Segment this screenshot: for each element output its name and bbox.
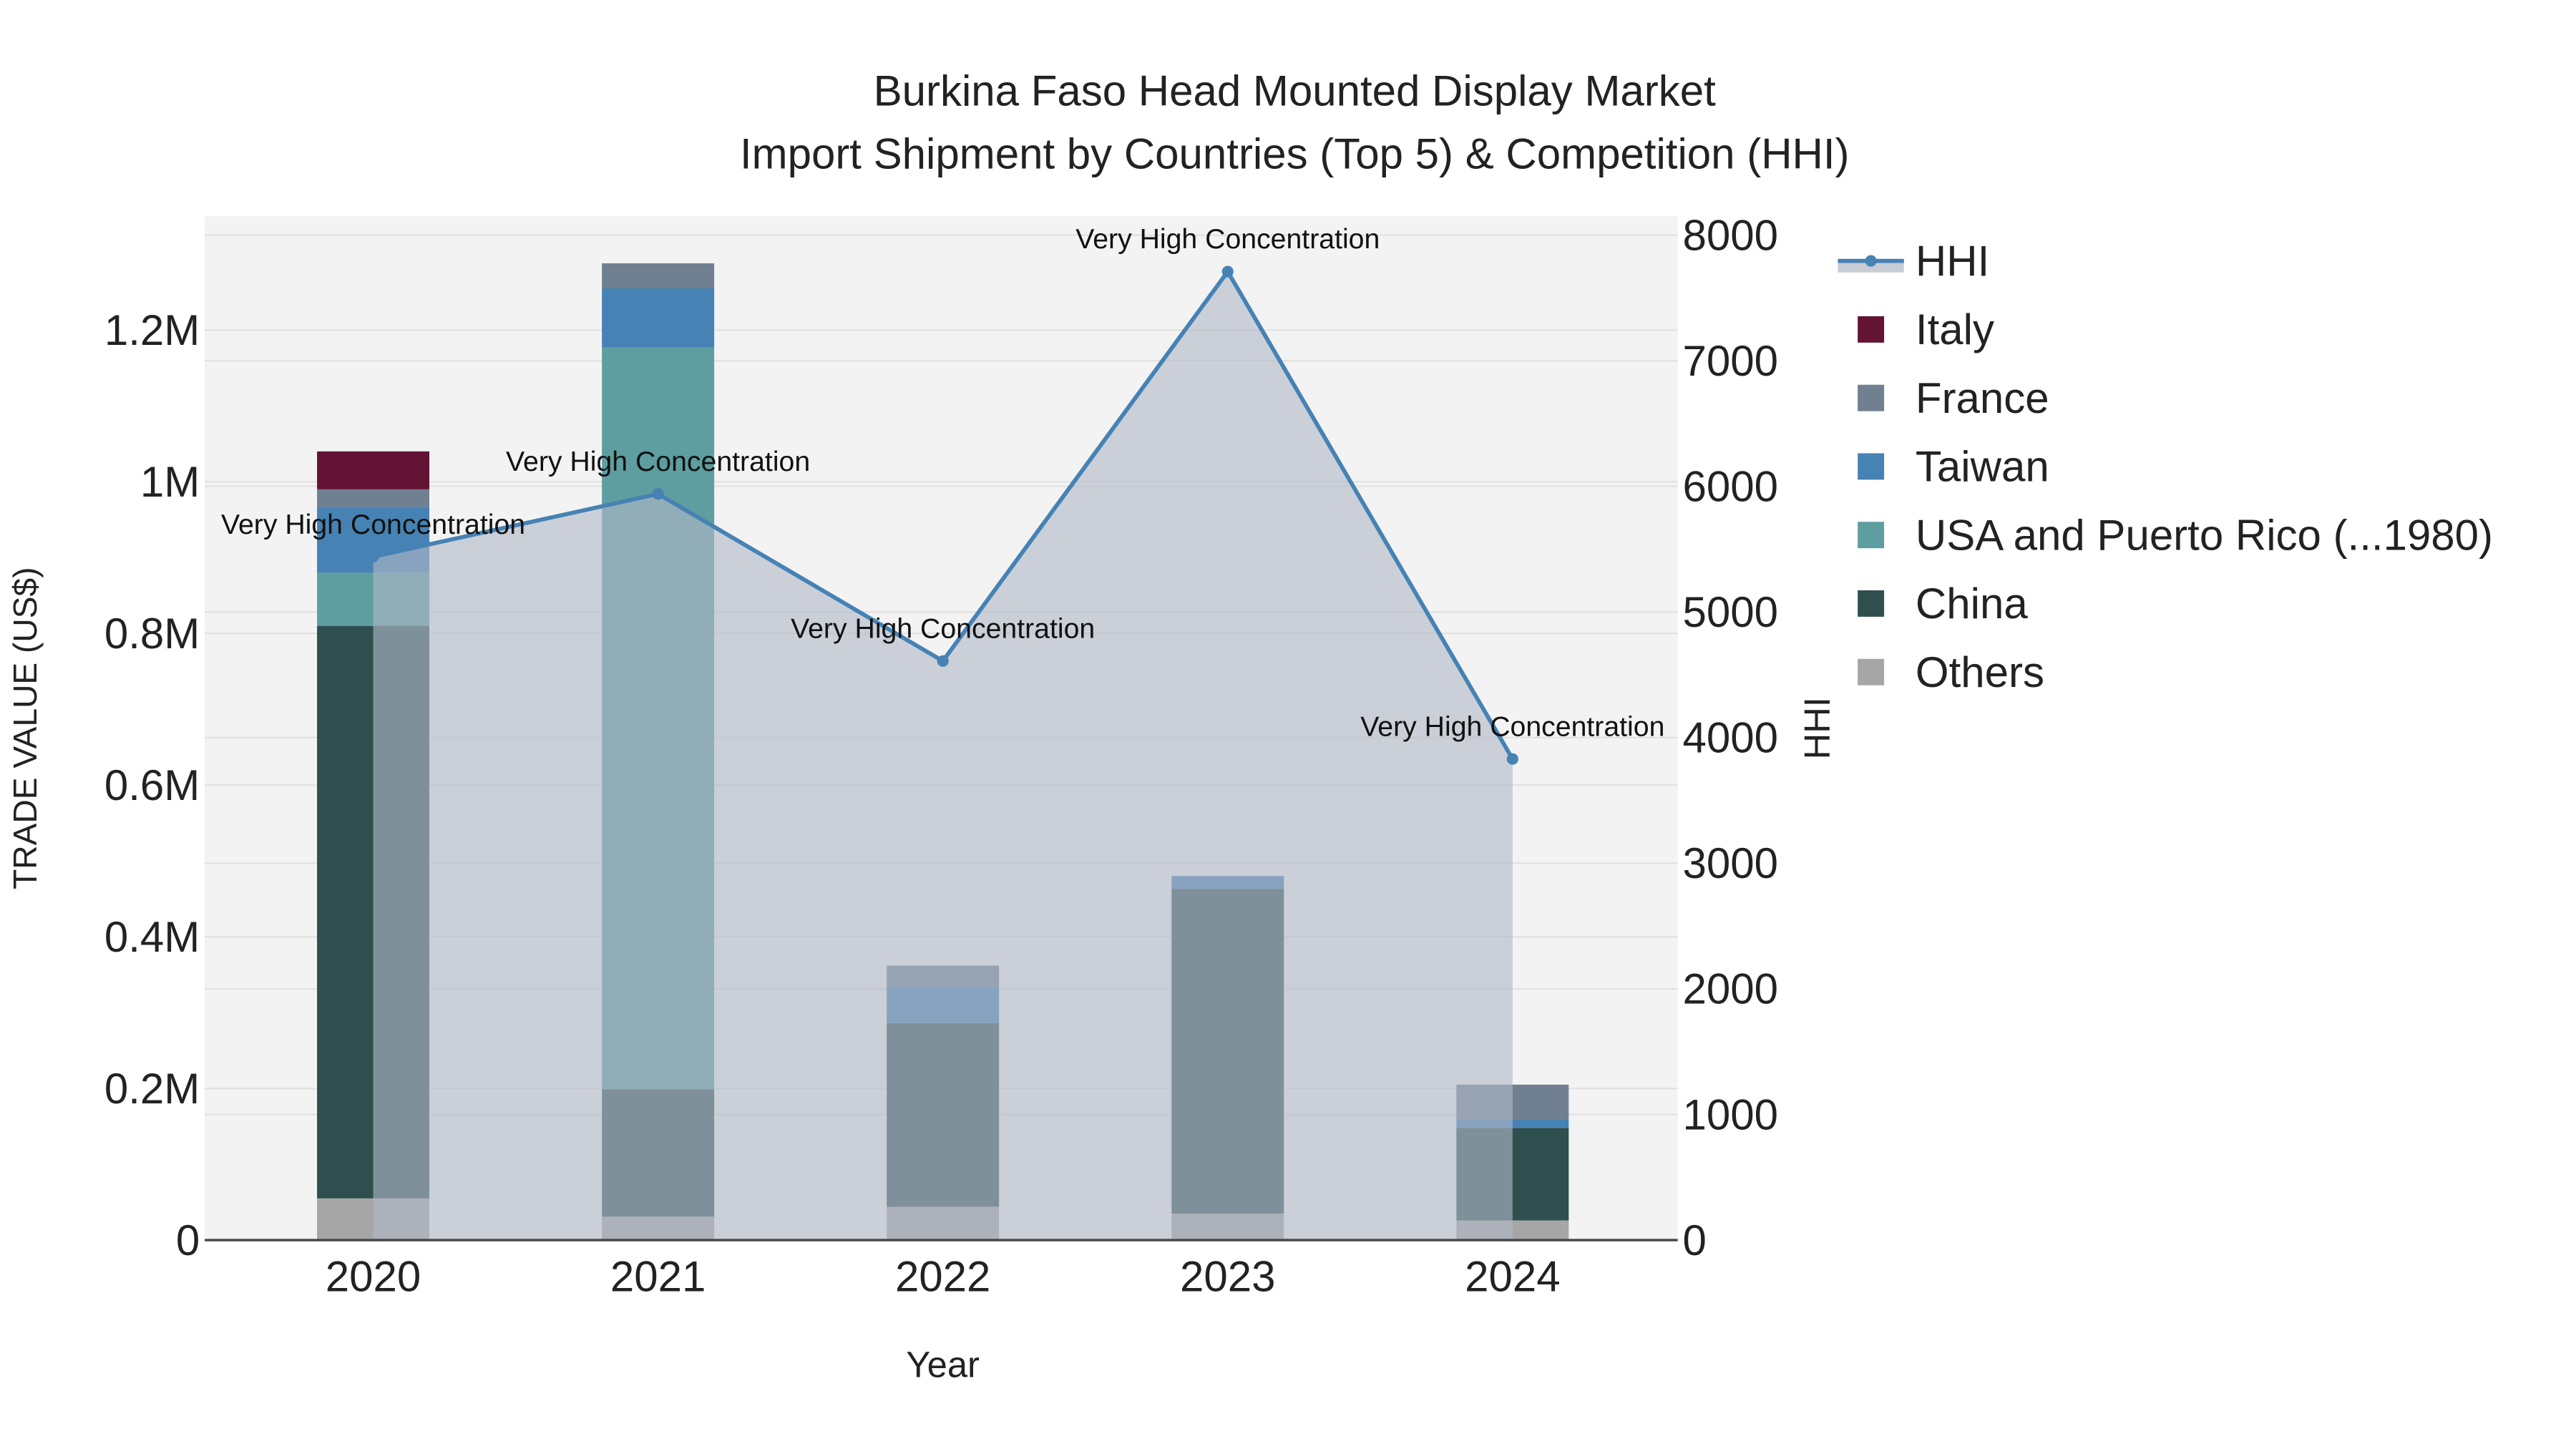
y2-tick-label: 5000 — [1683, 588, 1778, 636]
x-tick-label: 2024 — [1465, 1253, 1560, 1301]
hhi-annotation: Very High Concentration — [506, 446, 810, 477]
hhi-point — [1506, 753, 1518, 765]
x-tick-label: 2020 — [326, 1253, 421, 1301]
legend-swatch — [1858, 590, 1885, 617]
y-tick-label: 0 — [176, 1216, 200, 1264]
y-tick-label: 0.8M — [104, 610, 200, 658]
legend-swatch — [1858, 384, 1885, 411]
y-tick-label: 0.6M — [104, 761, 200, 809]
hhi-point — [937, 655, 949, 667]
hhi-annotation: Very High Concentration — [791, 613, 1095, 644]
legend-label: HHI — [1916, 237, 1989, 285]
y-tick-label: 0.2M — [104, 1065, 200, 1113]
hhi-annotation: Very High Concentration — [1075, 223, 1380, 255]
chart-subtitle: Import Shipment by Countries (Top 5) & C… — [740, 130, 1850, 177]
y2-tick-label: 8000 — [1683, 211, 1778, 259]
y-tick-label: 1M — [140, 458, 200, 506]
chart: Burkina Faso Head Mounted Display Market… — [6, 67, 2493, 1385]
y2-tick-label: 3000 — [1683, 839, 1778, 887]
y-tick-label: 0.4M — [104, 913, 200, 961]
legend-swatch — [1858, 316, 1885, 343]
x-axis-title: Year — [906, 1345, 980, 1385]
x-tick-label: 2021 — [610, 1253, 706, 1301]
legend-label: Others — [1916, 648, 2044, 696]
y2-axis-title: HHI — [1797, 697, 1838, 759]
bar-taiwan — [602, 288, 715, 348]
y-axis-title: TRADE VALUE (US$) — [6, 567, 44, 889]
y2-tick-label: 6000 — [1683, 463, 1778, 511]
x-tick-label: 2022 — [895, 1253, 990, 1301]
hhi-point — [652, 488, 664, 500]
legend-label: Taiwan — [1916, 443, 2049, 491]
y2-tick-label: 1000 — [1683, 1091, 1778, 1138]
y-tick-label: 1.2M — [104, 306, 200, 354]
x-tick-label: 2023 — [1180, 1253, 1275, 1301]
hhi-point — [367, 550, 379, 563]
hhi-point — [1221, 265, 1234, 278]
bar-france — [317, 489, 429, 507]
bar-france — [602, 263, 715, 288]
legend-label: Italy — [1916, 306, 1994, 353]
legend-label: USA and Puerto Rico (...1980) — [1916, 511, 2493, 559]
hhi-annotation: Very High Concentration — [1360, 711, 1664, 742]
chart-title: Burkina Faso Head Mounted Display Market — [874, 67, 1717, 115]
y2-tick-label: 0 — [1683, 1216, 1707, 1264]
legend-label: France — [1916, 374, 2049, 422]
legend-swatch — [1858, 522, 1885, 549]
bar-italy — [317, 451, 429, 489]
y2-tick-label: 2000 — [1683, 965, 1778, 1013]
legend-hhi-marker — [1865, 255, 1877, 267]
hhi-annotation: Very High Concentration — [221, 509, 525, 540]
legend-label: China — [1916, 580, 2028, 628]
legend-swatch — [1858, 453, 1885, 480]
y2-tick-label: 7000 — [1683, 337, 1778, 385]
y2-tick-label: 4000 — [1683, 714, 1778, 762]
legend-swatch — [1858, 658, 1885, 686]
